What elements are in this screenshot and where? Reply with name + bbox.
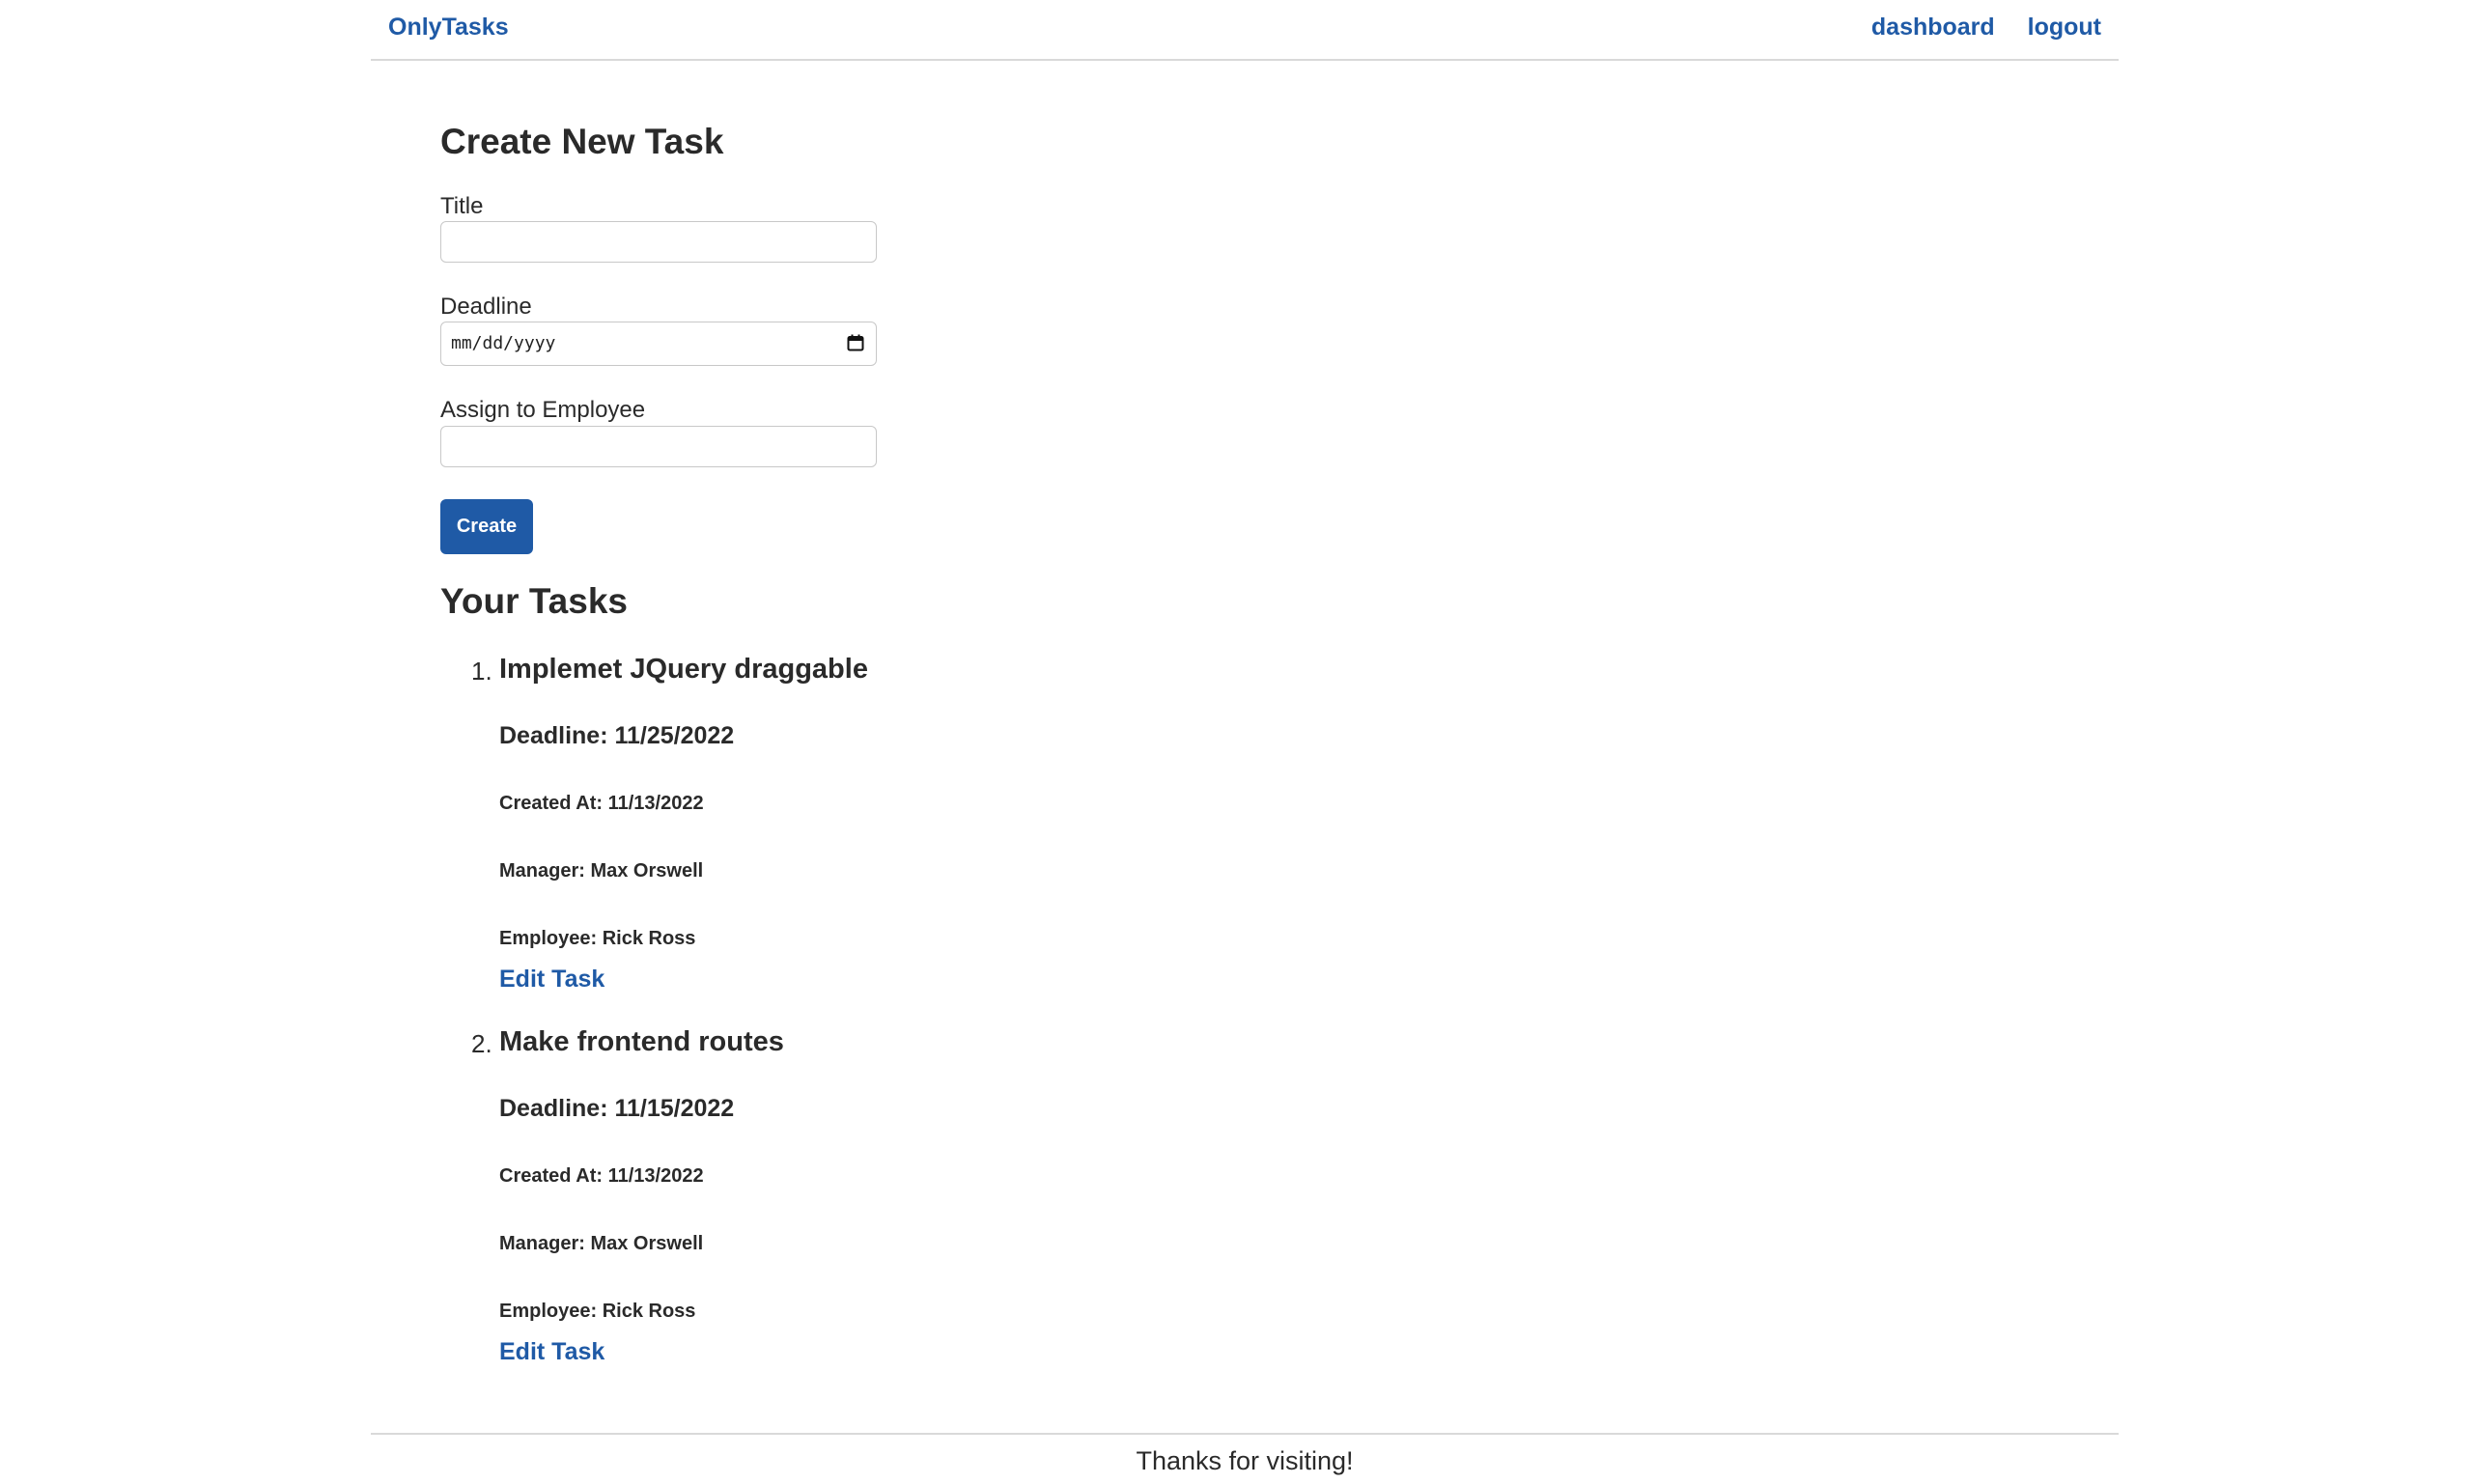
deadline-placeholder: mm/dd/yyyy (451, 333, 556, 353)
task-employee: Employee: Rick Ross (499, 1301, 696, 1322)
task-number: 2. (471, 1029, 492, 1058)
nav-link-logout[interactable]: logout (2028, 14, 2101, 41)
navbar: OnlyTasks dashboard logout (371, 0, 2119, 61)
task-title: Implemet JQuery draggable (499, 654, 868, 685)
deadline-label: Deadline (440, 294, 532, 320)
task-deadline: Deadline: 11/15/2022 (499, 1095, 735, 1122)
task-title: Make frontend routes (499, 1026, 784, 1057)
task-manager: Manager: Max Orswell (499, 860, 704, 882)
brand-link[interactable]: OnlyTasks (388, 14, 509, 42)
assign-employee-label: Assign to Employee (440, 397, 646, 423)
task-deadline: Deadline: 11/25/2022 (499, 722, 735, 749)
task-number: 1. (471, 657, 492, 686)
task-manager: Manager: Max Orswell (499, 1233, 704, 1254)
title-label: Title (440, 193, 484, 219)
edit-task-link[interactable]: Edit Task (499, 966, 604, 994)
your-tasks-heading: Your Tasks (440, 581, 628, 621)
page-container: OnlyTasks dashboard logout Create New Ta… (371, 0, 2119, 1475)
task-created-at: Created At: 11/13/2022 (499, 793, 704, 814)
create-task-heading: Create New Task (440, 122, 724, 161)
nav-link-dashboard[interactable]: dashboard (1871, 14, 1995, 41)
assign-employee-input[interactable] (440, 426, 877, 467)
calendar-icon[interactable] (847, 334, 864, 351)
title-input[interactable] (440, 221, 877, 263)
deadline-date-input[interactable]: mm/dd/yyyy (440, 322, 877, 366)
footer: Thanks for visiting! (371, 1433, 2119, 1475)
task-employee: Employee: Rick Ross (499, 928, 696, 949)
edit-task-link[interactable]: Edit Task (499, 1338, 604, 1366)
footer-text: Thanks for visiting! (1136, 1446, 1354, 1475)
create-button[interactable]: Create (440, 499, 533, 554)
task-created-at: Created At: 11/13/2022 (499, 1165, 704, 1187)
nav-links: dashboard logout (1845, 14, 2101, 42)
